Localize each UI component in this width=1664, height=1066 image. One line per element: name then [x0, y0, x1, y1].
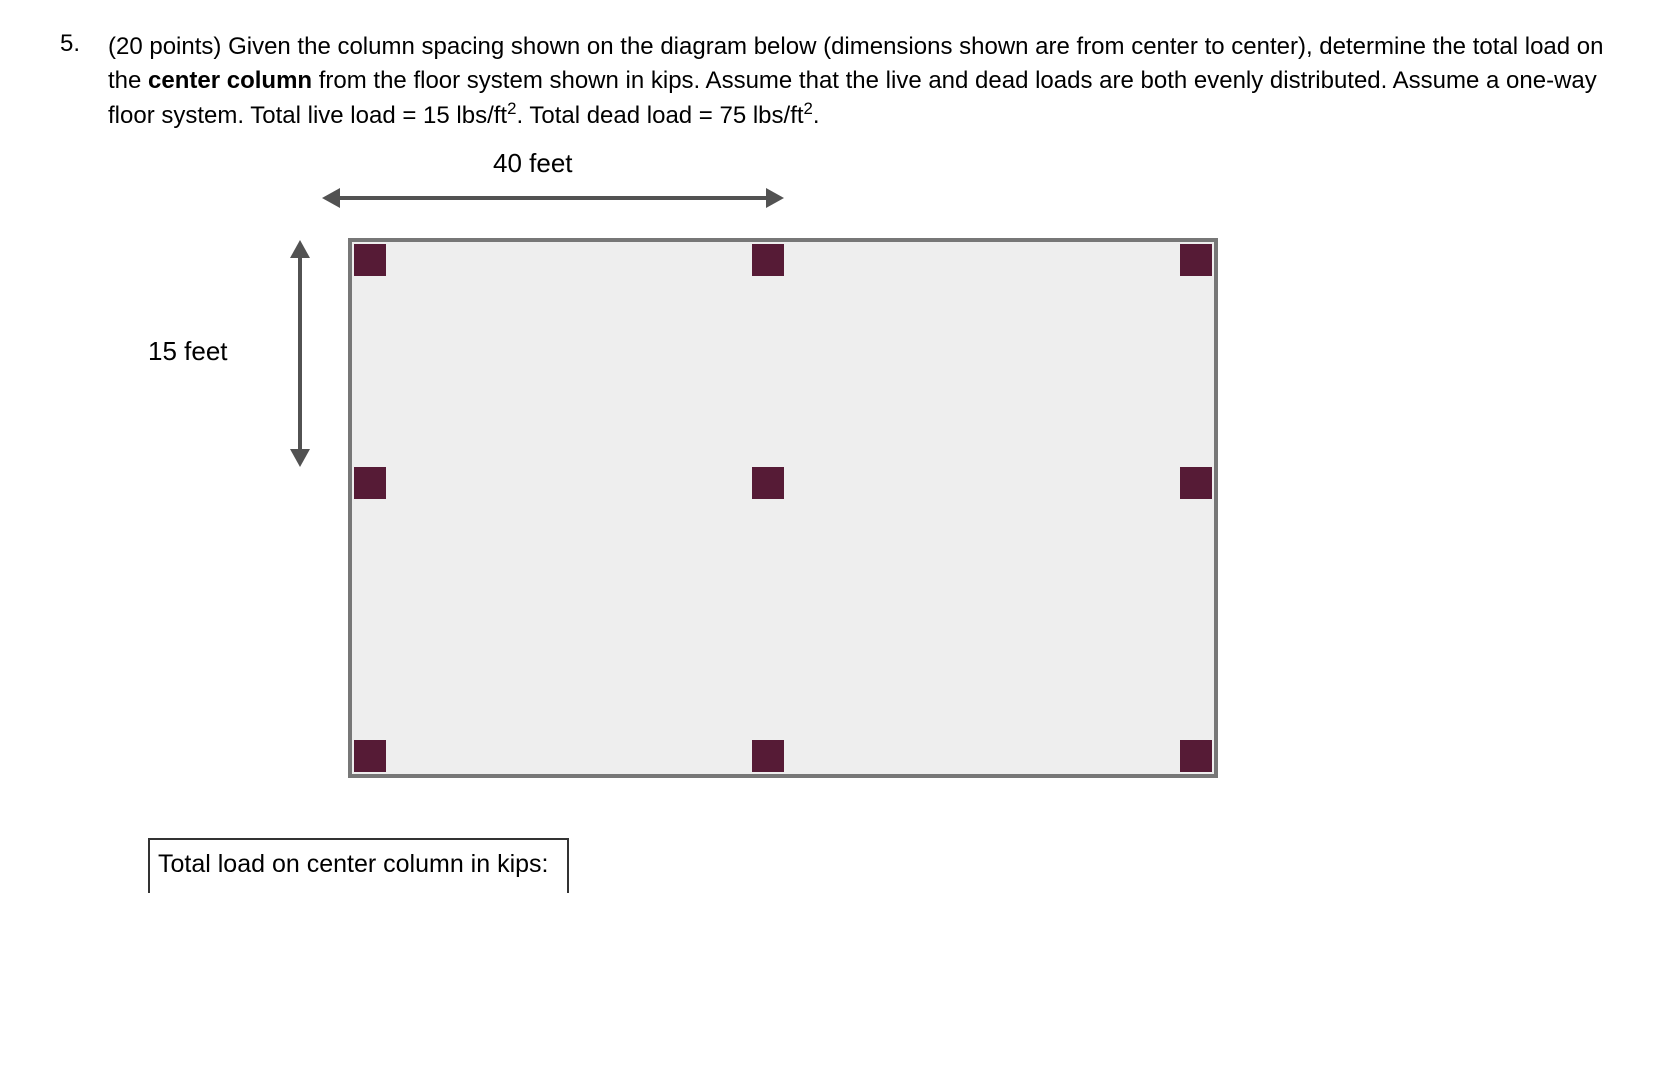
dimension-arrow-vertical — [298, 256, 302, 451]
column-bottom-left — [354, 740, 386, 772]
column-mid-right — [1180, 467, 1212, 499]
question-body: (20 points) Given the column spacing sho… — [108, 30, 1604, 893]
superscript2: 2 — [804, 99, 813, 118]
question-number: 5. — [60, 30, 90, 58]
answer-box-label: Total load on center column in kips: — [158, 850, 549, 878]
text-part2: from the floor system shown in kips. Ass… — [108, 67, 1597, 130]
column-center — [752, 467, 784, 499]
answer-box[interactable]: Total load on center column in kips: — [148, 838, 569, 893]
dimension-label-horizontal: 40 feet — [493, 148, 573, 179]
column-bottom-right — [1180, 740, 1212, 772]
column-top-right — [1180, 244, 1212, 276]
dimension-label-vertical: 15 feet — [148, 336, 228, 367]
points-prefix: (20 points) — [108, 33, 228, 60]
column-mid-left — [354, 467, 386, 499]
question-container: 5. (20 points) Given the column spacing … — [60, 30, 1604, 893]
column-bottom-middle — [752, 740, 784, 772]
diagram: 40 feet 15 feet — [148, 148, 1148, 818]
text-part4: . — [813, 102, 820, 129]
floor-plan — [348, 238, 1218, 778]
bold-text: center column — [148, 67, 312, 94]
question-text: (20 points) Given the column spacing sho… — [108, 30, 1604, 133]
text-part3: . Total dead load = 75 lbs/ft — [516, 102, 803, 129]
column-top-left — [354, 244, 386, 276]
column-top-middle — [752, 244, 784, 276]
dimension-arrow-horizontal — [338, 196, 768, 200]
